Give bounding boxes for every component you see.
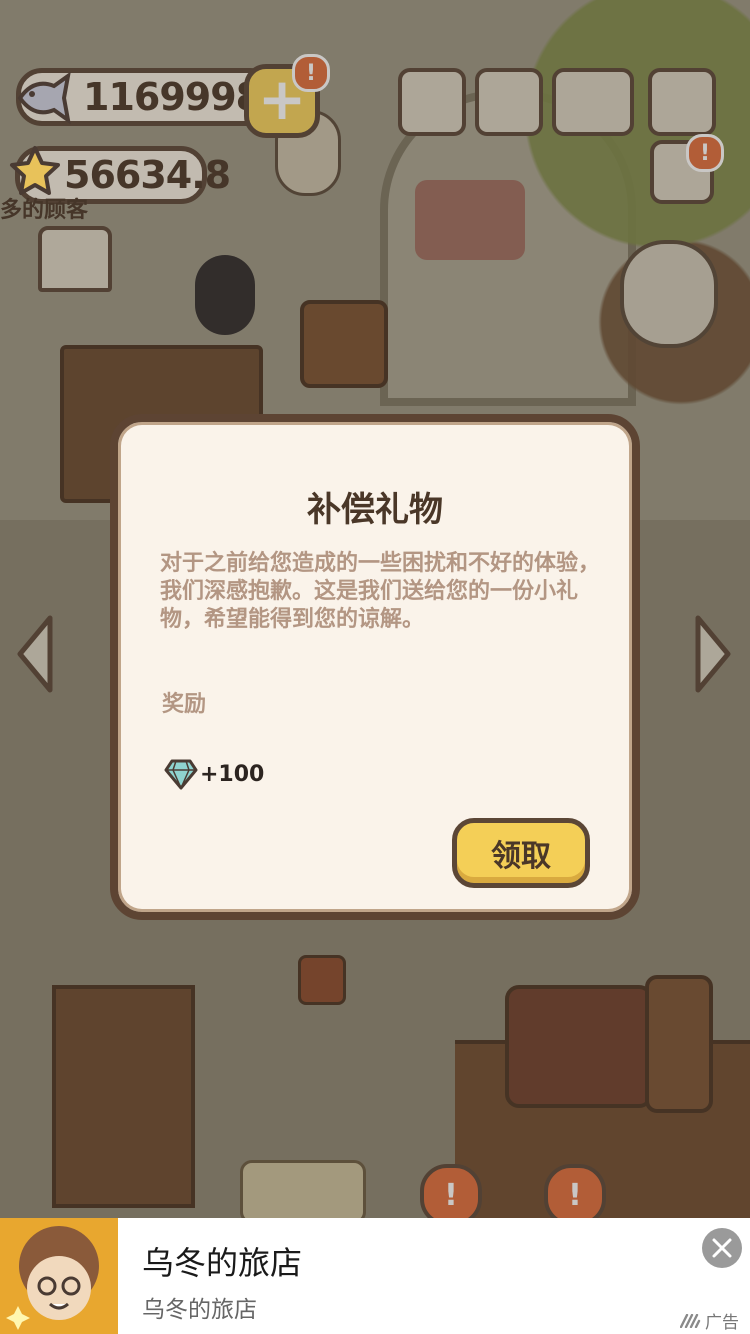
close-icon[interactable] xyxy=(702,1228,742,1268)
dialog-title: 补偿礼物 xyxy=(307,490,443,530)
claim-button-label: 领取 xyxy=(491,839,551,874)
fish-icon xyxy=(17,72,71,124)
dialog-message: 对于之前给您造成的一些困扰和不好的体验，我们深感抱歉。这是我们送给您的一份小礼物… xyxy=(160,551,601,632)
ad-character-image xyxy=(0,1218,118,1334)
star-icon xyxy=(10,146,60,195)
ad-network-logo-icon xyxy=(680,1313,701,1328)
diamond-icon xyxy=(164,759,198,790)
ad-banner[interactable]: 乌冬的旅店 乌冬的旅店 xyxy=(0,1218,750,1334)
claim-button[interactable]: 领取 xyxy=(452,818,590,888)
ad-label-text: 广告 xyxy=(705,1313,739,1333)
reward-item: +100 xyxy=(164,758,264,790)
reward-label: 奖励 xyxy=(162,692,207,717)
compensation-gift-dialog: 补偿礼物 对于之前给您造成的一些困扰和不好的体验，我们深感抱歉。这是我们送给您的… xyxy=(110,414,640,920)
ad-thumbnail[interactable] xyxy=(0,1218,118,1334)
ad-title[interactable]: 乌冬的旅店 xyxy=(142,1238,302,1284)
reward-amount: +100 xyxy=(200,761,265,787)
ad-subtitle[interactable]: 乌冬的旅店 xyxy=(142,1290,257,1324)
ad-label: 广告 xyxy=(680,1308,739,1333)
